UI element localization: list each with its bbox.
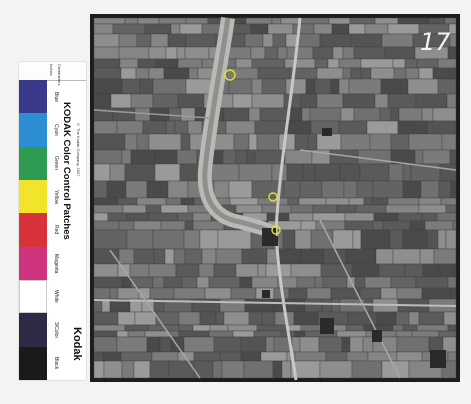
color-patch-yellow: [19, 180, 47, 214]
color-patch-3color: [19, 313, 47, 347]
frame-number: 17: [420, 28, 451, 56]
color-patch-label: Blue: [53, 91, 59, 102]
color-patch-blue: [19, 80, 47, 114]
strip-title: KODAK Color Control Patches: [61, 102, 72, 240]
ruler-label-inches: Inches: [49, 64, 54, 76]
kodak-color-control-strip: Inches Centimeters Blue Cyan Green Yellow Re…: [19, 62, 86, 380]
color-patch-label: Cyan: [53, 124, 59, 136]
kodak-logo: Kodak: [71, 327, 83, 361]
color-patch-label: Yellow: [53, 189, 59, 204]
color-patch-label: Magenta: [53, 253, 59, 274]
color-patch-cyan: [19, 113, 47, 147]
color-patch-label: Red: [53, 225, 59, 235]
aerial-photo: [90, 14, 460, 382]
color-patch-label: Black: [53, 357, 59, 370]
strip-subtitle: © The Kodak Company, 2007: [76, 122, 81, 177]
color-patch-green: [19, 146, 47, 180]
field-patchwork: [93, 17, 457, 379]
color-patch-label: 3/Color: [53, 321, 59, 339]
color-patch-label: Green: [53, 156, 59, 171]
color-patch-white: [19, 280, 47, 314]
color-patch-label: White: [53, 290, 59, 304]
color-patch-magenta: [19, 246, 47, 280]
color-patch-red: [19, 213, 47, 247]
color-patch-black: [19, 346, 47, 380]
